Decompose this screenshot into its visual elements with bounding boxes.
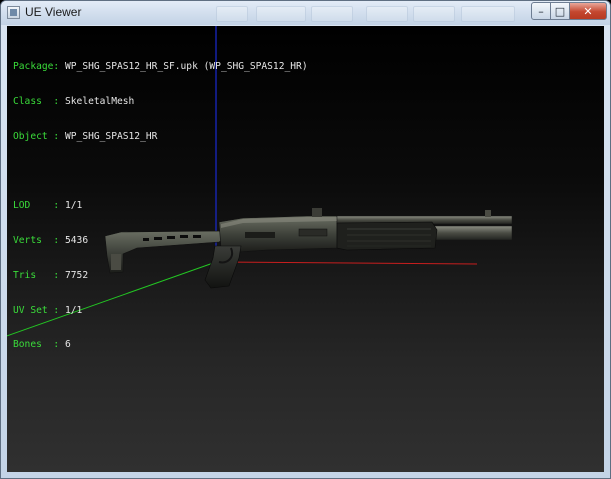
app-icon bbox=[7, 6, 20, 19]
class-label: Class : bbox=[13, 95, 60, 107]
object-row: Object : WP_SHG_SPAS12_HR bbox=[13, 131, 308, 143]
maximize-icon: □ bbox=[554, 4, 566, 18]
tris-value: 7752 bbox=[65, 269, 89, 281]
ue-viewer-window: UE Viewer – □ ✕ Package: WP_SHG_SPAS12_H… bbox=[0, 0, 611, 479]
class-row: Class : SkeletalMesh bbox=[13, 96, 308, 108]
tris-row: Tris : 7752 bbox=[13, 270, 308, 282]
object-value: WP_SHG_SPAS12_HR bbox=[65, 130, 158, 142]
tris-label: Tris : bbox=[13, 269, 60, 281]
window-title: UE Viewer bbox=[25, 5, 82, 19]
uvset-value: 1/1 bbox=[65, 304, 83, 316]
uvset-row: UV Set : 1/1 bbox=[13, 305, 308, 317]
class-value: SkeletalMesh bbox=[65, 95, 135, 107]
background-ghost-button bbox=[311, 6, 353, 22]
maximize-button[interactable]: □ bbox=[550, 2, 570, 20]
background-ghost-button bbox=[256, 6, 306, 22]
verts-label: Verts : bbox=[13, 235, 60, 247]
minimize-button[interactable]: – bbox=[531, 2, 551, 20]
package-label: Package: bbox=[13, 61, 60, 73]
package-value: WP_SHG_SPAS12_HR_SF.upk (WP_SHG_SPAS12_H… bbox=[65, 61, 308, 73]
lod-label: LOD : bbox=[13, 200, 60, 212]
title-bar[interactable]: UE Viewer – □ ✕ bbox=[1, 1, 610, 25]
uvset-label: UV Set : bbox=[13, 304, 60, 316]
lod-row: LOD : 1/1 bbox=[13, 200, 308, 212]
3d-viewport[interactable]: Package: WP_SHG_SPAS12_HR_SF.upk (WP_SHG… bbox=[7, 26, 604, 472]
object-label: Object : bbox=[13, 130, 60, 142]
verts-value: 5436 bbox=[65, 235, 89, 247]
bones-value: 6 bbox=[65, 339, 71, 351]
background-ghost-button bbox=[461, 6, 515, 22]
bones-row: Bones : 6 bbox=[13, 339, 308, 351]
background-ghost-button bbox=[366, 6, 408, 22]
mesh-info-overlay: Package: WP_SHG_SPAS12_HR_SF.upk (WP_SHG… bbox=[13, 38, 308, 374]
shotgun-forend bbox=[336, 221, 438, 251]
minimize-icon: – bbox=[538, 4, 544, 18]
background-ghost-button bbox=[413, 6, 455, 22]
package-row: Package: WP_SHG_SPAS12_HR_SF.upk (WP_SHG… bbox=[13, 61, 308, 73]
close-icon: ✕ bbox=[583, 4, 593, 18]
lod-value: 1/1 bbox=[65, 200, 83, 212]
bones-label: Bones : bbox=[13, 339, 60, 351]
close-button[interactable]: ✕ bbox=[569, 2, 607, 20]
verts-row: Verts : 5436 bbox=[13, 235, 308, 247]
background-ghost-button bbox=[216, 6, 248, 22]
